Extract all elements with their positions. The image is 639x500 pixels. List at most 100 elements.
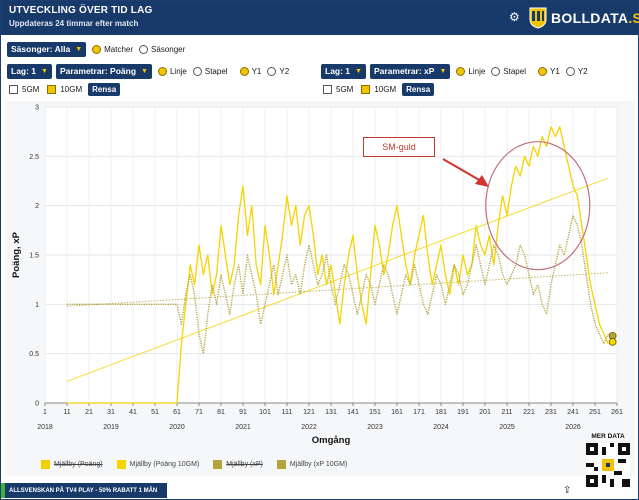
- left-stapel-label: Stapel: [204, 66, 228, 76]
- legend-item[interactable]: Mjällby (Poäng 10GM): [116, 459, 200, 469]
- season-label: 2020: [169, 424, 185, 431]
- right-radio-stapel[interactable]: [491, 66, 501, 76]
- legend-swatch: [213, 459, 223, 469]
- right-checkbox-5gm[interactable]: [323, 84, 332, 94]
- x-tick-label: 191: [457, 409, 469, 416]
- y-tick-label: 0.5: [29, 351, 39, 358]
- right-team-select[interactable]: Lag: 1 ▼: [321, 63, 366, 79]
- left-checkbox-10gm[interactable]: [47, 84, 57, 94]
- right-10gm-label: 10GM: [374, 84, 397, 94]
- x-tick-label: 221: [523, 409, 535, 416]
- legend-label: Mjällby (Poäng): [54, 460, 103, 468]
- x-tick-label: 251: [589, 409, 601, 416]
- x-tick-label: 1: [43, 409, 47, 416]
- y-tick-label: 3: [35, 105, 39, 112]
- right-stapel-label: Stapel: [503, 66, 526, 76]
- right-param-label: Parametrar: xP: [373, 66, 435, 76]
- qr-code-icon: [586, 443, 630, 487]
- x-tick-label: 231: [545, 409, 557, 416]
- logo-shield-icon: [529, 7, 547, 29]
- season-label: 2021: [235, 424, 251, 431]
- x-tick-label: 31: [107, 409, 115, 416]
- x-tick-label: 121: [303, 409, 315, 416]
- legend-label: Mjällby (Poäng 10GM): [129, 460, 200, 468]
- page-subtitle: Uppdateras 24 timmar efter match: [9, 19, 139, 28]
- x-tick-label: 101: [259, 409, 271, 416]
- promo-banner[interactable]: ALLSVENSKAN PÅ TV4 PLAY - 50% RABATT 1 M…: [1, 483, 167, 498]
- left-params-row: Lag: 1 ▼ Parametrar: Poäng ▼ Linje Stapel …: [7, 63, 289, 79]
- left-param-label: Parametrar: Poäng: [59, 66, 137, 76]
- right-y2-label: Y2: [577, 66, 588, 76]
- left-checkbox-5gm[interactable]: [9, 84, 18, 94]
- left-radio-y2[interactable]: [267, 66, 277, 76]
- season-label: 2018: [37, 424, 53, 431]
- header-bar: UTVECKLING ÖVER TID LAG Uppdateras 24 ti…: [1, 1, 639, 35]
- x-tick-label: 91: [239, 409, 247, 416]
- x-tick-label: 171: [413, 409, 425, 416]
- x-tick-label: 41: [129, 409, 137, 416]
- legend-swatch: [276, 459, 286, 469]
- x-tick-label: 151: [369, 409, 381, 416]
- x-tick-label: 181: [435, 409, 447, 416]
- logo-text: BOLLDATA: [551, 10, 629, 26]
- x-tick-label: 11: [63, 409, 70, 416]
- chevron-down-icon: ▼: [439, 67, 447, 75]
- right-radio-y2[interactable]: [565, 66, 575, 76]
- right-team-label: Lag: 1: [325, 66, 351, 76]
- left-linje-label: Linje: [169, 66, 187, 76]
- legend-label: Mjällby (xP): [226, 460, 263, 468]
- x-tick-label: 131: [325, 409, 337, 416]
- x-tick-label: 71: [195, 409, 203, 416]
- left-y1-label: Y1: [251, 66, 262, 76]
- chevron-down-icon: ▼: [141, 67, 148, 75]
- left-radio-linje[interactable]: [157, 66, 167, 76]
- left-5gm-label: 5GM: [22, 84, 40, 94]
- season-label: 2019: [103, 424, 119, 431]
- qr-block[interactable]: MER DATA: [583, 433, 633, 497]
- left-reset-button[interactable]: Rensa: [88, 82, 121, 96]
- logo-suffix: .SE: [628, 10, 639, 26]
- season-label: 2023: [367, 424, 383, 431]
- qr-label: MER DATA: [591, 433, 625, 440]
- left-radio-y1[interactable]: [239, 66, 249, 76]
- right-radio-y1[interactable]: [537, 66, 547, 76]
- chevron-down-icon: ▼: [41, 67, 48, 75]
- season-row: Säsonger: Alla ▼ Matcher Säsonger: [7, 41, 185, 57]
- x-tick-label: 201: [479, 409, 491, 416]
- y-axis-title: Poäng, xP: [11, 231, 22, 278]
- left-10gm-label: 10GM: [60, 84, 83, 94]
- seasons-select[interactable]: Säsonger: Alla ▼: [7, 41, 87, 57]
- radio-matcher[interactable]: [92, 44, 102, 54]
- season-label: 2024: [433, 424, 449, 431]
- x-tick-label: 211: [501, 409, 512, 416]
- y-tick-label: 1.5: [29, 253, 39, 260]
- annotation-label: SM-guld: [363, 137, 435, 157]
- page-title: UTVECKLING ÖVER TID LAG: [9, 5, 153, 16]
- x-tick-label: 261: [611, 409, 623, 416]
- left-param-select[interactable]: Parametrar: Poäng ▼: [55, 63, 152, 79]
- y-tick-label: 1: [35, 302, 39, 309]
- gear-icon[interactable]: ⚙: [509, 11, 521, 23]
- right-reset-button[interactable]: Rensa: [402, 82, 435, 96]
- right-param-select[interactable]: Parametrar: xP ▼: [369, 63, 451, 79]
- x-tick-label: 241: [567, 409, 579, 416]
- radio-sasonger-label: Säsonger: [151, 44, 186, 54]
- end-marker: [608, 337, 617, 346]
- legend-item[interactable]: Mjällby (xP 10GM): [276, 459, 347, 469]
- x-tick-label: 51: [151, 409, 159, 416]
- left-radio-stapel[interactable]: [192, 66, 202, 76]
- legend-item[interactable]: Mjällby (xP): [213, 459, 263, 469]
- y-tick-label: 2: [35, 203, 39, 210]
- x-tick-label: 81: [217, 409, 225, 416]
- legend-item[interactable]: Mjällby (Poäng): [41, 459, 103, 469]
- legend: Mjällby (Poäng) Mjällby (Poäng 10GM) Mjä…: [41, 457, 361, 471]
- right-smoothing-row: 5GM 10GM Rensa: [323, 81, 435, 97]
- right-y1-label: Y1: [549, 66, 560, 76]
- left-team-select[interactable]: Lag: 1 ▼: [7, 63, 52, 79]
- chevron-down-icon: ▼: [75, 45, 83, 53]
- radio-sasonger[interactable]: [139, 44, 149, 54]
- right-radio-linje[interactable]: [456, 66, 466, 76]
- share-icon[interactable]: ⇪: [563, 485, 571, 496]
- right-checkbox-10gm[interactable]: [361, 84, 371, 94]
- radio-matcher-label: Matcher: [104, 44, 134, 54]
